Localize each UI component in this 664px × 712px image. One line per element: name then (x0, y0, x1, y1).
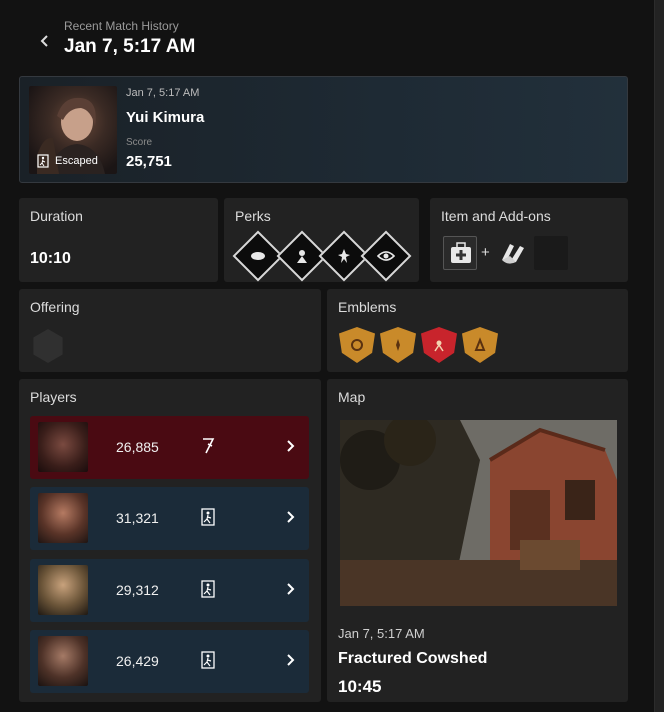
character-name: Yui Kimura (126, 109, 205, 126)
duration-card: Duration 10:10 (19, 198, 218, 282)
player-score: 29,312 (116, 582, 159, 598)
escaped-badge: Escaped (37, 154, 98, 168)
empty-addon-slot[interactable] (534, 236, 568, 270)
avatar (38, 565, 88, 615)
escaped-icon (37, 154, 49, 168)
item-addons-label: Item and Add-ons (441, 208, 551, 224)
emblems-label: Emblems (338, 299, 397, 315)
escaped-icon (201, 651, 215, 669)
duration-label: Duration (30, 208, 83, 224)
scrollbar[interactable] (654, 0, 664, 712)
empty-offering-icon[interactable] (33, 329, 63, 363)
players-card: Players 26,885 31,321 29,312 26,429 (19, 379, 321, 702)
item-addons-card: Item and Add-ons + (430, 198, 628, 282)
medkit-icon[interactable] (443, 236, 477, 270)
map-name: Fractured Cowshed (338, 650, 488, 667)
map-time: 10:45 (338, 677, 382, 696)
offering-label: Offering (30, 299, 80, 315)
perks-card: Perks (224, 198, 419, 282)
player-score: 31,321 (116, 510, 159, 526)
emblem-1-icon[interactable] (339, 327, 375, 363)
back-button[interactable] (36, 30, 54, 52)
status-label: Escaped (55, 155, 98, 167)
emblems-card: Emblems (327, 289, 628, 372)
map-label: Map (338, 389, 366, 405)
score-value: 25,751 (126, 153, 172, 170)
player-score: 26,885 (116, 439, 159, 455)
escaped-icon (201, 580, 215, 598)
player-row-killer[interactable]: 26,885 (30, 416, 309, 479)
map-date: Jan 7, 5:17 AM (338, 626, 425, 641)
avatar (38, 493, 88, 543)
avatar (38, 422, 88, 472)
page-title: Jan 7, 5:17 AM (64, 36, 196, 57)
gloves-addon-icon[interactable] (496, 236, 530, 270)
match-detail-panel: Recent Match History Jan 7, 5:17 AM Esca… (0, 0, 654, 712)
score-label: Score (126, 137, 153, 148)
player-row[interactable]: 31,321 (30, 487, 309, 550)
emblem-3-icon[interactable] (421, 327, 457, 363)
chevron-right-icon (287, 583, 295, 595)
killer-icon (203, 438, 215, 454)
chevron-right-icon (287, 440, 295, 452)
chevron-left-icon (40, 35, 48, 47)
match-date: Jan 7, 5:17 AM (126, 87, 200, 99)
duration-value: 10:10 (30, 250, 71, 267)
map-card: Map Jan 7, 5:17 AM Fractured Cowshed 10:… (327, 379, 628, 702)
perk-4-icon[interactable] (360, 230, 412, 282)
perks-label: Perks (235, 208, 271, 224)
emblem-4-icon[interactable] (462, 327, 498, 363)
escaped-icon (201, 508, 215, 526)
avatar (38, 636, 88, 686)
player-row[interactable]: 29,312 (30, 559, 309, 622)
match-summary-card: Escaped Jan 7, 5:17 AM Yui Kimura Score … (19, 76, 628, 183)
chevron-right-icon (287, 654, 295, 666)
map-image (340, 420, 617, 606)
survivor-portrait: Escaped (29, 86, 117, 174)
players-label: Players (30, 389, 77, 405)
player-score: 26,429 (116, 653, 159, 669)
player-row[interactable]: 26,429 (30, 630, 309, 693)
breadcrumb[interactable]: Recent Match History (64, 19, 179, 33)
emblem-2-icon[interactable] (380, 327, 416, 363)
offering-card: Offering (19, 289, 321, 372)
chevron-right-icon (287, 511, 295, 523)
plus-sign: + (481, 244, 490, 261)
